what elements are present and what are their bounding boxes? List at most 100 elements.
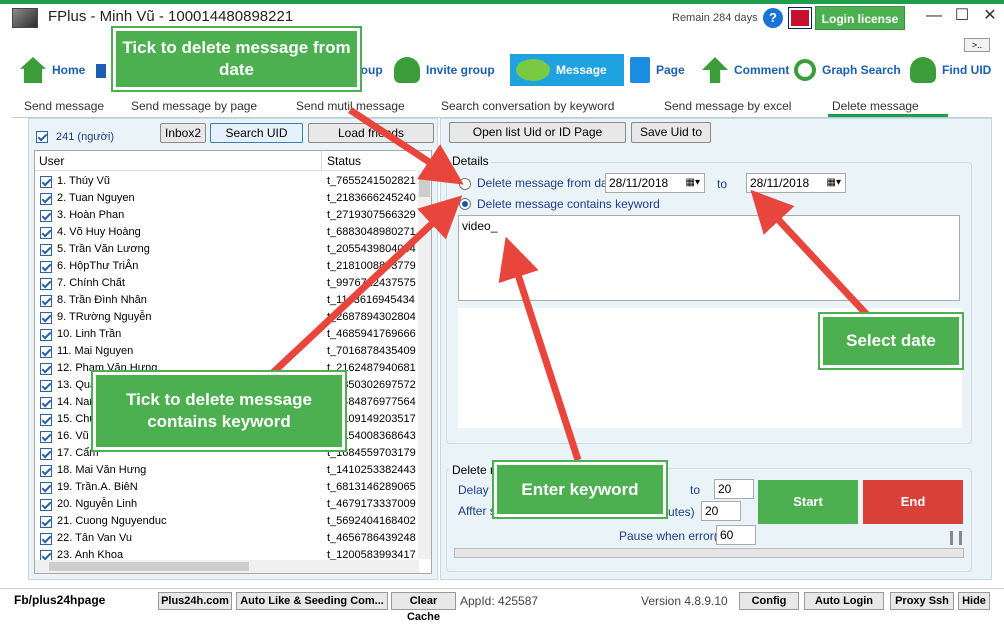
row-checkbox[interactable] <box>40 312 52 324</box>
user-name: 18. Mai Văn Hưng <box>57 464 147 476</box>
save-uid-button[interactable]: Save Uid to <box>631 122 711 143</box>
row-checkbox[interactable] <box>40 397 52 409</box>
help-icon[interactable]: ? <box>763 8 783 28</box>
table-row[interactable]: 9. TRường Nguyễn t_2687894302804 <box>35 309 431 326</box>
table-row[interactable]: 8. Trần Đình Nhân t_1143616945434 <box>35 292 431 309</box>
fb-page-link[interactable]: Fb/plus24hpage <box>14 593 105 607</box>
version-label: Version 4.8.9.10 <box>641 594 728 608</box>
row-checkbox[interactable] <box>40 380 52 392</box>
nav-graph-search[interactable]: Graph Search <box>794 54 901 86</box>
search-icon <box>794 59 816 81</box>
close-button[interactable]: ✕ <box>978 6 1002 26</box>
hide-button[interactable]: Hide <box>958 592 990 610</box>
tab-send-mutil-message[interactable]: Send mutil message <box>296 99 405 113</box>
open-list-uid-button[interactable]: Open list Uid or ID Page <box>449 122 626 143</box>
table-row[interactable]: 18. Mai Văn Hưng t_1410253382443 <box>35 462 431 479</box>
h-scroll-thumb[interactable] <box>49 562 249 571</box>
table-row[interactable]: 1. Thúy Vũ t_7655241502821 <box>35 173 431 190</box>
row-checkbox[interactable] <box>40 176 52 188</box>
tab-delete-message[interactable]: Delete message <box>828 99 948 117</box>
pause-icon[interactable] <box>950 531 962 545</box>
row-checkbox[interactable] <box>40 244 52 256</box>
pause-when-error-label: Pause when error(m) <box>619 529 732 543</box>
tab-search-conversation[interactable]: Search conversation by keyword <box>441 99 614 113</box>
more-button[interactable]: >.. <box>964 38 990 52</box>
callout-contains-keyword: Tick to delete message contains keyword <box>91 370 347 452</box>
nav-group[interactable]: roup <box>356 54 383 86</box>
auto-login-button[interactable]: Auto Login <box>804 592 884 610</box>
keyword-input[interactable]: video_ <box>458 215 960 301</box>
row-checkbox[interactable] <box>40 210 52 222</box>
table-row[interactable]: 2. Tuan Nguyen t_2183666245240 <box>35 190 431 207</box>
vertical-scrollbar[interactable] <box>418 171 431 559</box>
row-checkbox[interactable] <box>40 414 52 426</box>
table-row[interactable]: 11. Mai Nguyen t_7016878435409 <box>35 343 431 360</box>
auto-like-link[interactable]: Auto Like & Seeding Com... <box>236 592 388 610</box>
table-row[interactable]: 10. Linh Trần t_4685941769666 <box>35 326 431 343</box>
table-row[interactable]: 6. HộpThư TriÂn t_2181008893779 <box>35 258 431 275</box>
login-license-button[interactable]: Login license <box>815 6 905 30</box>
table-row[interactable]: 20. Nguyễn Linh t_4679173337009 <box>35 496 431 513</box>
plus24h-link[interactable]: Plus24h.com <box>158 592 232 610</box>
nav-home[interactable]: Home <box>20 54 85 86</box>
clear-cache-button[interactable]: Clear Cache <box>391 592 456 623</box>
date-to-picker[interactable]: 28/11/2018 ▦▾ <box>746 173 846 193</box>
load-friends-button[interactable]: Load friends <box>308 123 434 143</box>
minimize-button[interactable]: — <box>922 6 946 26</box>
row-checkbox[interactable] <box>40 346 52 358</box>
row-checkbox[interactable] <box>40 193 52 205</box>
pause-stepper[interactable]: 60 <box>716 525 756 545</box>
maximize-button[interactable]: ☐ <box>950 6 974 26</box>
table-row[interactable]: 3. Hoàn Phan t_2719307566329 <box>35 207 431 224</box>
nav-find-uid[interactable]: Find UID <box>910 54 991 86</box>
tab-send-message-by-page[interactable]: Send message by page <box>131 99 257 113</box>
user-name: 20. Nguyễn Linh <box>57 498 138 510</box>
horizontal-scrollbar[interactable] <box>35 560 419 573</box>
table-row[interactable]: 5. Trần Văn Lương t_2055439804054 <box>35 241 431 258</box>
row-checkbox[interactable] <box>40 363 52 375</box>
row-checkbox[interactable] <box>40 482 52 494</box>
user-status: t_1143616945434 <box>327 294 415 306</box>
row-checkbox[interactable] <box>40 533 52 545</box>
row-checkbox[interactable] <box>40 261 52 273</box>
nav-page[interactable]: Page <box>630 54 685 86</box>
delete-contains-keyword-radio[interactable] <box>459 198 471 210</box>
table-row[interactable]: 19. Trần.A. BiêN t_6813146289065 <box>35 479 431 496</box>
delay-max-stepper[interactable]: 20 <box>714 479 754 499</box>
table-row[interactable]: 7. Chính Chất t_9976712437575 <box>35 275 431 292</box>
proxy-ssh-button[interactable]: Proxy Ssh <box>890 592 954 610</box>
row-checkbox[interactable] <box>40 448 52 460</box>
row-checkbox[interactable] <box>40 499 52 511</box>
table-row[interactable]: 22. Tân Van Vu t_4656786439248 <box>35 530 431 547</box>
row-checkbox[interactable] <box>40 227 52 239</box>
user-column-header[interactable]: User <box>39 154 64 168</box>
delete-from-date-radio[interactable] <box>459 178 471 190</box>
tab-send-message-excel[interactable]: Send message by excel <box>664 99 791 113</box>
calendar-icon: ▦▾ <box>685 177 700 188</box>
tab-send-message[interactable]: Send message <box>24 99 104 113</box>
row-checkbox[interactable] <box>40 516 52 528</box>
uk-flag-icon[interactable] <box>789 8 811 28</box>
nav-invite-group[interactable]: Invite group <box>394 54 495 86</box>
table-row[interactable]: 21. Cuong Nguyenduc t_5692404168402 <box>35 513 431 530</box>
row-checkbox[interactable] <box>40 465 52 477</box>
table-row[interactable]: 4. Võ Huy Hoàng t_6883048980271 <box>35 224 431 241</box>
nav-comment[interactable]: Comment <box>702 54 789 86</box>
after-minutes-stepper[interactable]: 20 <box>701 501 741 521</box>
start-button[interactable]: Start <box>758 480 858 524</box>
row-checkbox[interactable] <box>40 431 52 443</box>
status-column-header[interactable]: Status <box>327 154 361 168</box>
row-checkbox[interactable] <box>40 295 52 307</box>
inbox2-button[interactable]: Inbox2 <box>160 123 206 143</box>
end-button[interactable]: End <box>863 480 963 524</box>
user-name: 8. Trần Đình Nhân <box>57 294 147 306</box>
nav-message[interactable]: Message <box>510 54 624 86</box>
row-checkbox[interactable] <box>40 278 52 290</box>
config-button[interactable]: Config <box>739 592 799 610</box>
select-all-checkbox[interactable] <box>36 131 48 143</box>
delete-contains-keyword-label: Delete message contains keyword <box>477 197 660 211</box>
scroll-thumb[interactable] <box>419 175 430 197</box>
date-from-picker[interactable]: 28/11/2018 ▦▾ <box>605 173 705 193</box>
row-checkbox[interactable] <box>40 329 52 341</box>
search-uid-button[interactable]: Search UID <box>210 123 303 143</box>
